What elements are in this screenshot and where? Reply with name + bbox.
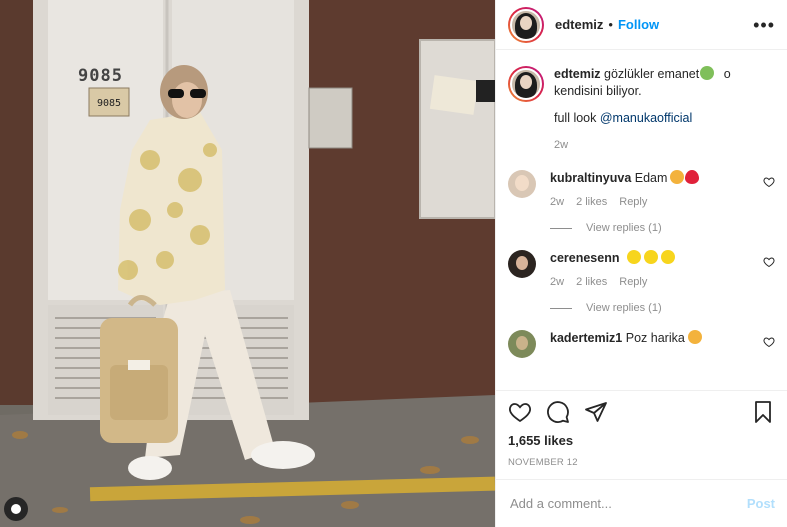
- comment-icon[interactable]: [546, 400, 570, 424]
- caption-text: gözlükler emanet: [604, 67, 700, 81]
- comment-text: Poz harika: [625, 331, 685, 345]
- yellow-heart-emoji-icon: [660, 250, 675, 264]
- bookmark-icon[interactable]: [751, 400, 775, 424]
- door-number-large: 9085: [78, 66, 123, 86]
- caption-timestamp[interactable]: 2w: [554, 137, 731, 154]
- comment-username[interactable]: kadertemiz1: [550, 331, 622, 345]
- more-options-icon[interactable]: •••: [753, 16, 775, 34]
- comment-like-heart-icon[interactable]: [763, 336, 775, 348]
- separator-dot: •: [608, 17, 613, 32]
- reply-button[interactable]: Reply: [619, 196, 647, 208]
- comment-username[interactable]: cerenesenn: [550, 251, 619, 265]
- commenter-avatar[interactable]: [508, 250, 536, 278]
- heart-eyes-emoji-icon: [687, 330, 702, 344]
- caption-username[interactable]: edtemiz: [554, 67, 601, 81]
- commenter-avatar[interactable]: [508, 170, 536, 198]
- comment-timestamp[interactable]: 2w: [550, 276, 564, 288]
- post-photo[interactable]: 9085 9085: [0, 0, 495, 527]
- likes-count[interactable]: 1,655 likes: [508, 433, 775, 448]
- view-replies-label: View replies (1): [586, 302, 662, 314]
- comment-item: kubraltinyuva Edam 2w 2 likes Reply View…: [508, 170, 775, 234]
- comment-text: Edam: [634, 171, 668, 185]
- post-caption: edtemiz gözlükler emanet o kendisini bil…: [508, 66, 775, 154]
- view-replies-line: [550, 307, 572, 309]
- caption-full-look: full look: [554, 111, 600, 125]
- post-header: edtemiz • Follow •••: [496, 0, 787, 50]
- caption-text-line2: kendisini biliyor.: [554, 84, 642, 98]
- comment-username[interactable]: kubraltinyuva: [550, 171, 631, 185]
- author-avatar[interactable]: [508, 6, 544, 43]
- comments-list[interactable]: edtemiz gözlükler emanet o kendisini bil…: [496, 50, 787, 390]
- send-icon[interactable]: [584, 400, 608, 424]
- post-actions-section: 1,655 likes NOVEMBER 12: [496, 390, 787, 479]
- heart-icon[interactable]: [508, 400, 532, 424]
- view-replies-label: View replies (1): [586, 222, 662, 234]
- heart-eyes-emoji-icon: [670, 170, 685, 184]
- view-replies-button[interactable]: View replies (1): [550, 222, 775, 234]
- add-comment-bar: Post: [496, 479, 787, 527]
- tagged-user-icon[interactable]: [4, 497, 28, 521]
- post-date[interactable]: NOVEMBER 12: [508, 457, 775, 468]
- instagram-post-modal: 9085 9085 edtemiz • Follow ••• edtemiz g…: [0, 0, 787, 527]
- comment-likes[interactable]: 2 likes: [576, 196, 607, 208]
- follow-button[interactable]: Follow: [618, 17, 659, 32]
- action-bar: [508, 391, 775, 433]
- yellow-heart-emoji-icon: [643, 250, 658, 264]
- caption-avatar[interactable]: [508, 66, 544, 102]
- comment-like-heart-icon[interactable]: [763, 176, 775, 188]
- comment-item: cerenesenn 2w 2 likes Reply View replies…: [508, 250, 775, 314]
- red-heart-emoji-icon: [685, 170, 700, 184]
- view-replies-line: [550, 227, 572, 229]
- author-username[interactable]: edtemiz: [555, 17, 603, 32]
- caption-text-o: o: [723, 67, 731, 81]
- door-number-plate: 9085: [97, 98, 122, 109]
- comment-item: kadertemiz1 Poz harika: [508, 330, 775, 358]
- comment-like-heart-icon[interactable]: [763, 256, 775, 268]
- post-comment-button[interactable]: Post: [747, 496, 775, 511]
- post-side-panel: edtemiz • Follow ••• edtemiz gözlükler e…: [495, 0, 787, 527]
- comment-timestamp[interactable]: 2w: [550, 196, 564, 208]
- comment-likes[interactable]: 2 likes: [576, 276, 607, 288]
- alien-emoji-icon: [700, 66, 715, 80]
- reply-button[interactable]: Reply: [619, 276, 647, 288]
- caption-mention-link[interactable]: @manukaofficial: [600, 111, 692, 125]
- yellow-heart-emoji-icon: [626, 250, 641, 264]
- comment-input[interactable]: [510, 496, 747, 511]
- photo-illustration: [0, 0, 495, 527]
- commenter-avatar[interactable]: [508, 330, 536, 358]
- view-replies-button[interactable]: View replies (1): [550, 302, 775, 314]
